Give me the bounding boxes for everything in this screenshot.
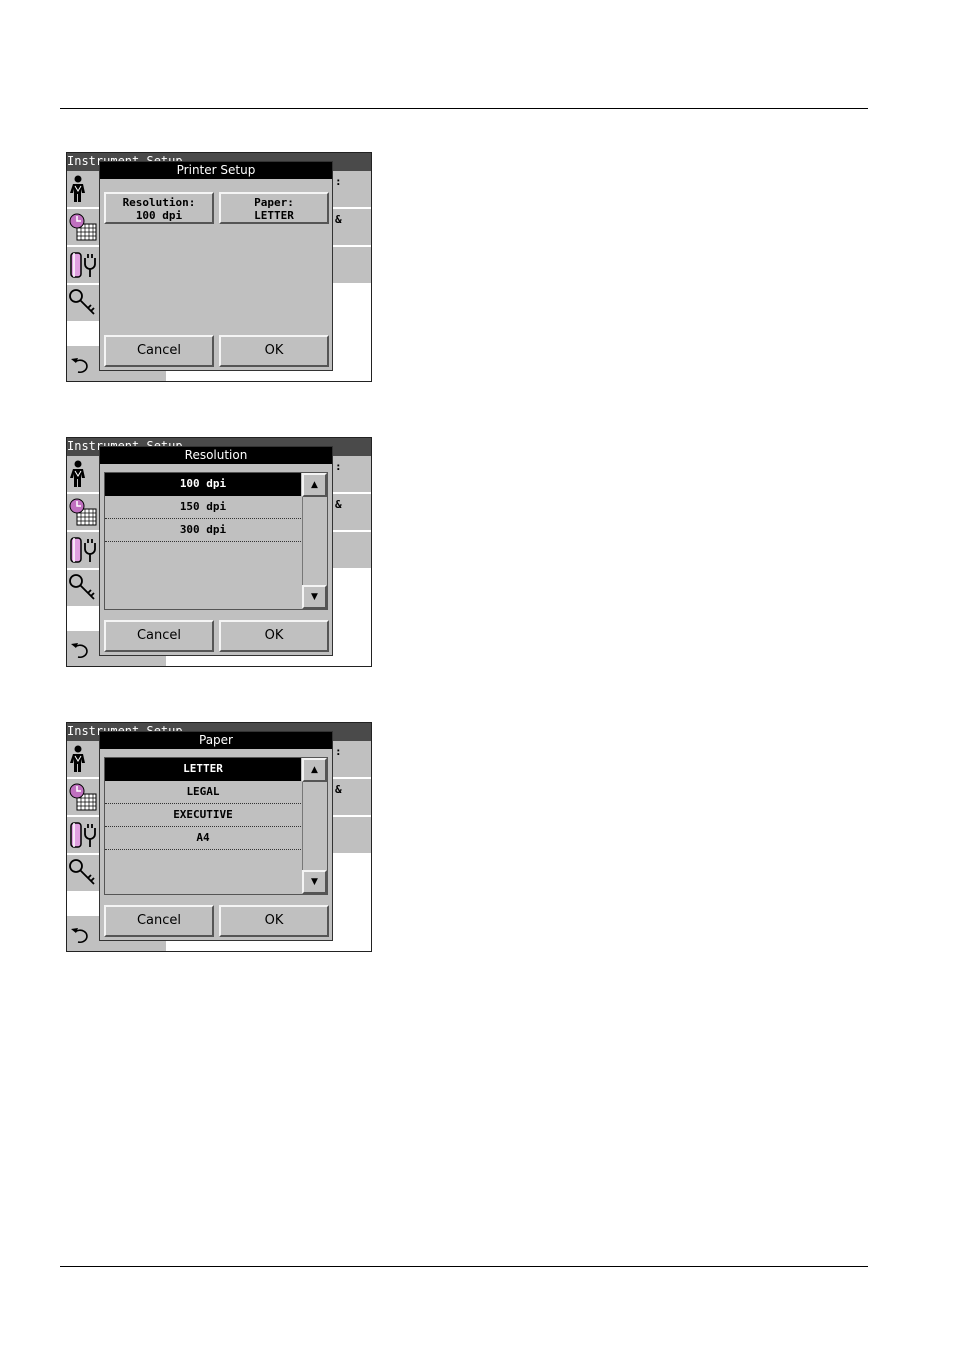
screen-paper: Instrument Setup xyxy=(66,722,372,952)
list-item[interactable]: 100 dpi xyxy=(105,473,301,496)
scrollbar[interactable]: ▲ ▼ xyxy=(302,758,327,894)
right-menu-button-1[interactable]: : xyxy=(333,741,372,778)
lamp-power-icon xyxy=(70,537,96,563)
paper-button[interactable]: Paper: LETTER xyxy=(219,192,329,224)
resolution-value: 100 dpi xyxy=(135,209,183,222)
screen-resolution: Instrument Setup xyxy=(66,437,372,667)
right-menu-button-3[interactable] xyxy=(333,247,372,284)
paper-value: LETTER xyxy=(254,209,294,222)
ok-button[interactable]: OK xyxy=(219,620,329,652)
screen-printer-setup: Instrument Setup xyxy=(66,152,372,382)
back-arrow-icon xyxy=(71,358,88,374)
list-item[interactable]: A4 xyxy=(105,827,301,850)
right-menu-button-2[interactable]: & xyxy=(333,209,372,246)
footer-rule xyxy=(60,1266,868,1267)
user-button[interactable] xyxy=(66,741,100,778)
clock-calendar-icon xyxy=(69,498,97,526)
scroll-track[interactable] xyxy=(302,497,327,585)
dialog-title: Paper xyxy=(100,732,332,749)
dialog-title: Printer Setup xyxy=(100,162,332,179)
cancel-button[interactable]: Cancel xyxy=(104,620,214,652)
key-icon xyxy=(69,289,95,315)
right-menu-button-1[interactable]: : xyxy=(333,456,372,493)
clock-calendar-icon xyxy=(69,213,97,241)
right-menu-button-2[interactable]: & xyxy=(333,494,372,531)
user-button[interactable] xyxy=(66,456,100,493)
scroll-down-button[interactable]: ▼ xyxy=(302,870,327,894)
ok-button[interactable]: OK xyxy=(219,905,329,937)
dialog-title: Resolution xyxy=(100,447,332,464)
key-icon xyxy=(69,859,95,885)
date-time-button[interactable] xyxy=(66,779,100,816)
lamp-power-button[interactable] xyxy=(66,817,100,854)
back-arrow-icon xyxy=(71,928,88,944)
date-time-button[interactable] xyxy=(66,209,100,246)
resolution-button[interactable]: Resolution: 100 dpi xyxy=(104,192,214,224)
list-item[interactable]: LEGAL xyxy=(105,781,301,804)
paper-list: LETTER LEGAL EXECUTIVE A4 ▲ ▼ xyxy=(104,757,328,895)
date-time-button[interactable] xyxy=(66,494,100,531)
scroll-up-button[interactable]: ▲ xyxy=(302,473,327,497)
right-menu-button-1[interactable]: : xyxy=(333,171,372,208)
back-arrow-icon xyxy=(71,643,88,659)
list-item[interactable]: 300 dpi xyxy=(105,519,301,542)
right-menu-button-3[interactable] xyxy=(333,817,372,854)
scroll-down-button[interactable]: ▼ xyxy=(302,585,327,609)
resolution-list: 100 dpi 150 dpi 300 dpi ▲ ▼ xyxy=(104,472,328,610)
lamp-power-icon xyxy=(70,252,96,278)
scroll-up-button[interactable]: ▲ xyxy=(302,758,327,782)
ok-button[interactable]: OK xyxy=(219,335,329,367)
list-item[interactable]: EXECUTIVE xyxy=(105,804,301,827)
printer-setup-dialog: Printer Setup Resolution: 100 dpi Paper:… xyxy=(99,161,333,371)
paper-dialog: Paper LETTER LEGAL EXECUTIVE A4 ▲ ▼ Canc… xyxy=(99,731,333,941)
clock-calendar-icon xyxy=(69,783,97,811)
right-menu-button-2[interactable]: & xyxy=(333,779,372,816)
person-icon xyxy=(70,460,85,487)
user-button[interactable] xyxy=(66,171,100,208)
lamp-power-icon xyxy=(70,822,96,848)
person-icon xyxy=(70,175,85,202)
lamp-power-button[interactable] xyxy=(66,532,100,569)
cancel-button[interactable]: Cancel xyxy=(104,335,214,367)
resolution-label: Resolution: xyxy=(122,196,196,209)
resolution-dialog: Resolution 100 dpi 150 dpi 300 dpi ▲ ▼ C… xyxy=(99,446,333,656)
cancel-button[interactable]: Cancel xyxy=(104,905,214,937)
list-item[interactable]: 150 dpi xyxy=(105,496,301,519)
right-menu-button-3[interactable] xyxy=(333,532,372,569)
scroll-track[interactable] xyxy=(302,782,327,870)
lamp-power-button[interactable] xyxy=(66,247,100,284)
header-rule xyxy=(60,108,868,109)
paper-label: Paper: xyxy=(254,196,294,209)
security-button[interactable] xyxy=(66,570,100,607)
security-button[interactable] xyxy=(66,285,100,322)
scrollbar[interactable]: ▲ ▼ xyxy=(302,473,327,609)
key-icon xyxy=(69,574,95,600)
security-button[interactable] xyxy=(66,855,100,892)
list-item[interactable]: LETTER xyxy=(105,758,301,781)
person-icon xyxy=(70,745,85,772)
